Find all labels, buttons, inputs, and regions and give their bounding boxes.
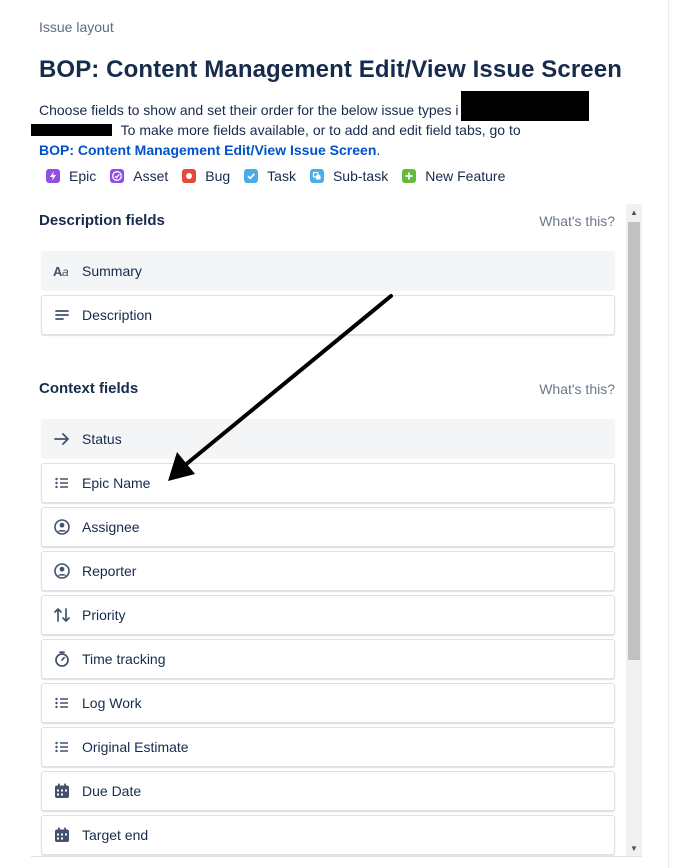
issue-type-new-feature: New Feature xyxy=(402,168,505,184)
redaction-block xyxy=(31,124,112,136)
section-title: Description fields xyxy=(39,212,165,229)
issue-type-label: New Feature xyxy=(425,168,506,184)
calendar-icon xyxy=(42,772,82,810)
issue-type-asset: Asset xyxy=(110,168,168,184)
issue-type-list: Epic Asset Bug Task Sub-task New Feature xyxy=(46,168,519,184)
field-label: Summary xyxy=(82,263,142,279)
align-left-icon xyxy=(42,296,82,334)
field-status: Status xyxy=(41,419,615,459)
issue-type-label: Asset xyxy=(133,168,169,184)
checkbox-icon xyxy=(244,169,259,183)
window-right-edge xyxy=(668,0,669,868)
intro-line-2: To make more fields available, or to add… xyxy=(39,120,639,140)
whats-this-link[interactable]: What's this? xyxy=(539,213,615,229)
field-target-end[interactable]: Target end xyxy=(41,815,615,855)
intro-line-3: BOP: Content Management Edit/View Issue … xyxy=(39,140,639,160)
lightning-icon xyxy=(46,169,60,183)
redaction-block xyxy=(461,91,589,121)
page-title: BOP: Content Management Edit/View Issue … xyxy=(39,56,622,83)
field-label: Description xyxy=(82,307,153,323)
field-reporter[interactable]: Reporter xyxy=(41,551,615,591)
field-summary: Aa Summary xyxy=(41,251,615,291)
scrollbar-thumb[interactable] xyxy=(628,222,640,660)
fields-panel[interactable]: Description fields What's this? Aa Summa… xyxy=(31,204,642,856)
field-epic-name[interactable]: Epic Name xyxy=(41,463,615,503)
field-assignee[interactable]: Assignee xyxy=(41,507,615,547)
field-original-estimate[interactable]: Original Estimate xyxy=(41,727,615,767)
priority-arrows-icon xyxy=(42,596,82,634)
issue-type-label: Task xyxy=(267,168,296,184)
description-section-header: Description fields What's this? xyxy=(39,212,615,229)
svg-text:a: a xyxy=(62,265,69,278)
panel-bottom-border xyxy=(31,856,642,857)
issue-type-label: Sub-task xyxy=(332,168,389,184)
context-section-header: Context fields What's this? xyxy=(39,380,615,397)
issue-type-subtask: Sub-task xyxy=(309,168,389,184)
text-icon: Aa xyxy=(42,252,82,290)
list-icon xyxy=(42,728,82,766)
scroll-up-arrow-icon[interactable]: ▲ xyxy=(626,204,642,220)
person-circle-icon xyxy=(42,552,82,590)
field-label: Original Estimate xyxy=(82,739,189,755)
field-due-date[interactable]: Due Date xyxy=(41,771,615,811)
issue-type-epic: Epic xyxy=(46,168,96,184)
field-label: Time tracking xyxy=(82,651,166,667)
link-suffix: . xyxy=(376,142,381,158)
check-circle-icon xyxy=(110,169,125,183)
subtask-icon xyxy=(309,169,324,183)
field-label: Assignee xyxy=(82,519,140,535)
field-time-tracking[interactable]: Time tracking xyxy=(41,639,615,679)
field-description[interactable]: Description xyxy=(41,295,615,335)
list-icon xyxy=(42,684,82,722)
stopwatch-icon xyxy=(42,640,82,678)
section-title: Context fields xyxy=(39,380,139,397)
screen-link[interactable]: BOP: Content Management Edit/View Issue … xyxy=(39,142,376,158)
intro-line-2-text: To make more fields available, or to add… xyxy=(117,122,521,138)
field-label: Due Date xyxy=(82,783,142,799)
field-label: Epic Name xyxy=(82,475,151,491)
arrow-right-icon xyxy=(42,420,82,458)
field-priority[interactable]: Priority xyxy=(41,595,615,635)
field-label: Log Work xyxy=(82,695,142,711)
field-label: Priority xyxy=(82,607,126,623)
issue-type-bug: Bug xyxy=(182,168,230,184)
issue-type-label: Bug xyxy=(205,168,231,184)
plus-icon xyxy=(402,169,417,183)
whats-this-link[interactable]: What's this? xyxy=(539,381,615,397)
list-icon xyxy=(42,464,82,502)
field-log-work[interactable]: Log Work xyxy=(41,683,615,723)
person-circle-icon xyxy=(42,508,82,546)
vertical-scrollbar[interactable]: ▲ ▼ xyxy=(626,204,642,856)
issue-type-task: Task xyxy=(244,168,296,184)
calendar-icon xyxy=(42,816,82,854)
issue-type-label: Epic xyxy=(69,168,97,184)
bug-icon xyxy=(182,169,197,183)
field-label: Reporter xyxy=(82,563,137,579)
field-label: Status xyxy=(82,431,122,447)
scroll-down-arrow-icon[interactable]: ▼ xyxy=(626,840,642,856)
breadcrumb[interactable]: Issue layout xyxy=(39,19,114,35)
field-label: Target end xyxy=(82,827,149,843)
